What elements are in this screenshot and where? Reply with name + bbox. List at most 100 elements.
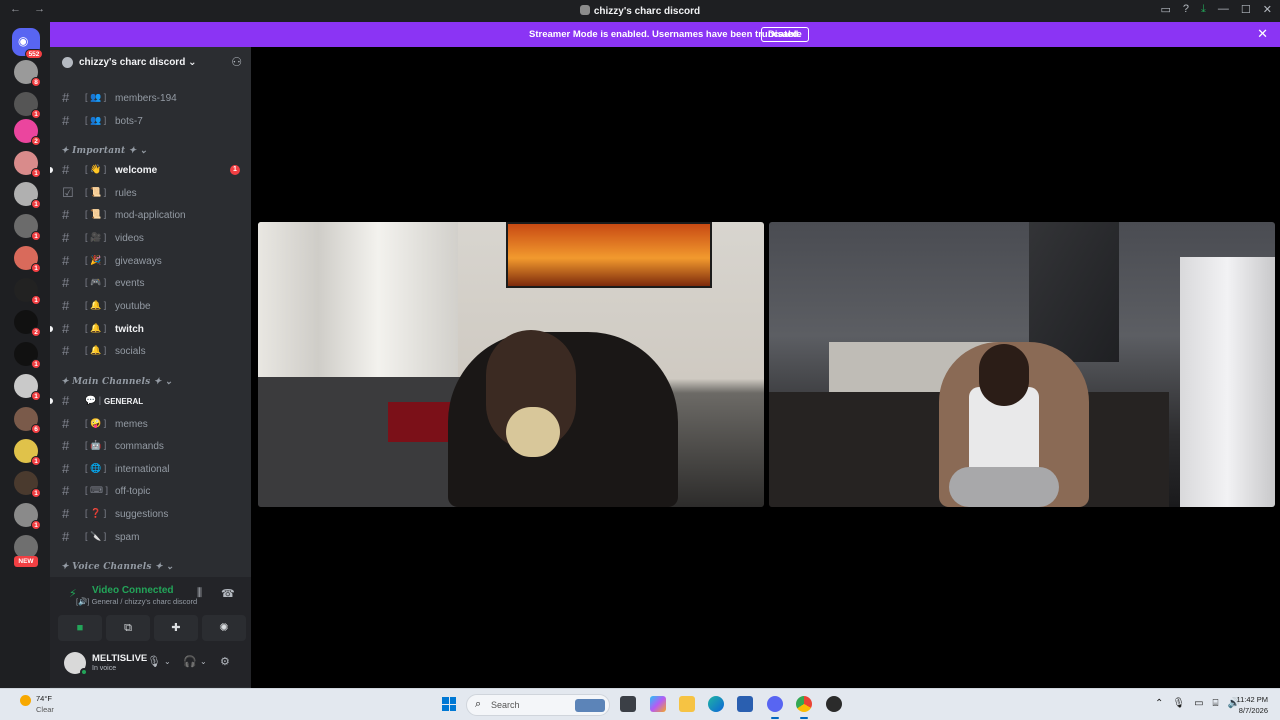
channel-item[interactable]: ☑ [ 📜 ] rules [50,183,251,203]
server-icon[interactable]: 1 [14,182,41,209]
close-icon[interactable]: ✕ [1257,26,1268,42]
category-important[interactable]: ✦ Important ✦ ⌄ [61,146,148,156]
camera-button[interactable]: ■ [58,615,102,641]
video-tile[interactable] [769,222,1275,507]
server-icon[interactable]: 1 [14,151,41,178]
inbox-icon[interactable]: ▭ [1161,3,1171,16]
soundboard-button[interactable]: ✺ [202,615,246,641]
server-icon[interactable]: 1 [14,503,41,530]
channel-name: off-topic [115,486,151,497]
channel-item[interactable]: # [ 🤪 ] memes [50,414,251,434]
date: 8/7/2026 [1238,706,1268,715]
channel-item[interactable]: # [ ⌨ ] off-topic [50,481,251,501]
server-header[interactable]: chizzy's charc discord ⌄ ⚇ [50,47,251,79]
channel-emoji: [ 📜 ] [85,187,107,197]
task-view-icon[interactable] [620,696,636,712]
download-icon[interactable]: ⤓ [1201,3,1206,16]
unread-badge: 2 [31,327,41,337]
server-icon[interactable]: 1 [14,246,41,273]
chevron-down-icon[interactable]: ⌄ [164,657,171,666]
channel-item[interactable]: # [ 🎥 ] videos [50,228,251,248]
chevron-down-icon[interactable]: ⌄ [200,657,207,666]
chrome-icon[interactable] [796,696,812,719]
copilot-icon[interactable] [650,696,666,712]
server-icon[interactable]: 1 [14,471,41,498]
video-stage [251,47,1280,688]
activities-button[interactable]: ✚ [154,615,198,641]
clock[interactable]: 11:42 PM 8/7/2026 [1236,694,1268,716]
channel-item[interactable]: # [ 🎮 ] events [50,273,251,293]
video-background [1180,257,1275,507]
channel-item[interactable]: # [ 🔪 ] spam [50,527,251,547]
discord-icon[interactable] [767,696,783,719]
disconnect-icon[interactable]: ☎ [221,587,235,600]
channel-item[interactable]: # [ 📜 ] mod-application [50,205,251,225]
start-icon[interactable] [442,697,456,711]
microphone-icon[interactable]: 🎙 [147,655,161,668]
server-icon[interactable]: 2 [14,310,41,337]
channel-emoji: [ 👥 ] [85,92,107,102]
unread-badge: 1 [31,295,41,305]
close-window-icon[interactable]: ✕ [1263,3,1272,16]
category-main-channels[interactable]: ✦ Main Channels ✦ ⌄ [61,377,173,387]
voice-status[interactable]: Video Connected [92,585,174,596]
network-icon[interactable]: ⌸ [1213,698,1219,709]
edge-icon[interactable] [708,696,724,712]
hash-icon: # [62,343,70,358]
home-button[interactable]: ◉ 552 [12,28,43,59]
avatar[interactable] [64,652,88,676]
video-tile[interactable] [258,222,764,507]
server-icon[interactable]: 1 [14,342,41,369]
channel-item[interactable]: # [ 👥 ] bots-7 [50,111,251,131]
minimize-icon[interactable]: — [1218,3,1229,16]
display-icon[interactable]: ▭ [1194,698,1203,709]
channel-item[interactable]: # [ 🎉 ] giveaways [50,251,251,271]
chevron-up-icon[interactable]: ⌃ [1155,698,1163,709]
screen-share-button[interactable]: ⧉ [106,615,150,641]
headphones-icon[interactable]: 🎧 [183,655,197,668]
channel-name: rules [115,188,137,199]
channel-item[interactable]: # [ 🌐 ] international [50,459,251,479]
server-icon[interactable]: 1 [14,278,41,305]
title-bar-controls: ▭ ? ⤓ — ☐ ✕ [1161,3,1273,16]
help-icon[interactable]: ? [1183,3,1189,16]
unread-badge: 1 [31,263,41,273]
server-icon[interactable]: 2 [14,119,41,146]
channel-emoji: [ 🔔 ] [85,345,107,355]
server-icon[interactable]: 6 [14,407,41,434]
server-icon[interactable]: 1 [14,374,41,401]
server-icon[interactable]: 1 [14,92,41,119]
store-icon[interactable] [737,696,753,712]
category-voice-channels[interactable]: ✦ Voice Channels ✦ ⌄ [61,562,174,572]
channel-item[interactable]: # [ 👋 ] welcome 1 [50,160,251,180]
server-name: chizzy's charc discord ⌄ [79,57,197,68]
file-explorer-icon[interactable] [679,696,695,712]
channel-item[interactable]: # [ 🔔 ] youtube [50,296,251,316]
server-icon[interactable]: 1 [14,214,41,241]
gear-icon[interactable]: ⚙ [220,655,230,668]
maximize-icon[interactable]: ☐ [1241,3,1251,16]
taskbar-search[interactable]: ⌕ Search [466,694,610,716]
channel-name: mod-application [115,210,186,221]
channel-name: memes [115,419,148,430]
new-tag: NEW [14,556,38,567]
unread-indicator [50,167,53,173]
disable-button[interactable]: Disable [761,27,809,42]
temperature: 74°F [36,694,52,703]
channel-item[interactable]: # [ 🤖 ] commands [50,436,251,456]
obs-icon[interactable] [826,696,842,712]
server-icon[interactable]: 1 [14,439,41,466]
invite-icon[interactable]: ⚇ [231,55,242,69]
channel-name: spam [115,532,140,543]
channel-item[interactable]: # [ ❓ ] suggestions [50,504,251,524]
channel-item[interactable]: # [ 🔔 ] twitch [50,319,251,339]
microphone-icon[interactable]: 🎙 [1172,698,1185,709]
channel-item[interactable]: # [ 🔔 ] socials [50,341,251,361]
status-dot [80,668,88,676]
hash-icon: # [62,416,70,431]
channel-item[interactable]: # [ 👥 ] members-194 [50,88,251,108]
server-icon[interactable]: 8 [14,60,41,87]
hash-icon: # [62,529,70,544]
noise-suppression-icon[interactable]: ⫼ [197,587,202,600]
channel-item[interactable]: # 💬 | GENERAL [50,391,251,411]
